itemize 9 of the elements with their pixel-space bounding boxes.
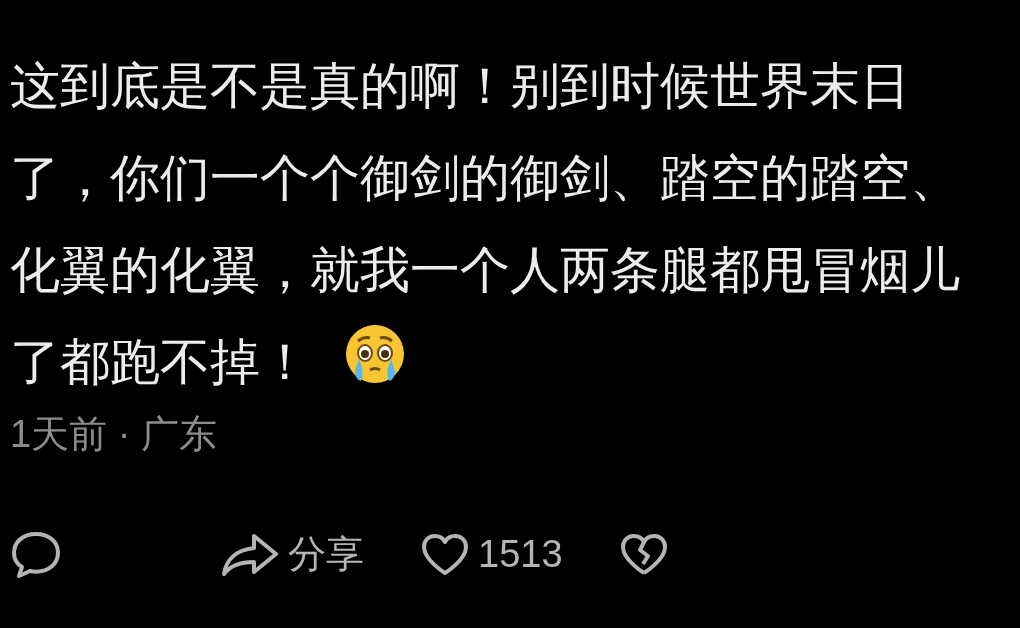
comment-text: 这到底是不是真的啊！别到时候世界末日了，你们一个个御剑的御剑、踏空的踏空、化翼的化翼，就我一个人两条腿都甩冒烟儿了都跑不掉！ <box>10 57 961 392</box>
like-button[interactable]: 1513 <box>420 526 563 583</box>
comment-icon[interactable] <box>10 529 62 580</box>
teary-face-icon <box>344 323 406 385</box>
comment-meta: 1天前 · 广东 <box>10 412 218 457</box>
heart-icon <box>420 532 470 577</box>
broken-heart-icon[interactable] <box>618 532 669 577</box>
share-button[interactable]: 分享 <box>220 526 364 583</box>
share-arrow-icon <box>220 531 280 578</box>
